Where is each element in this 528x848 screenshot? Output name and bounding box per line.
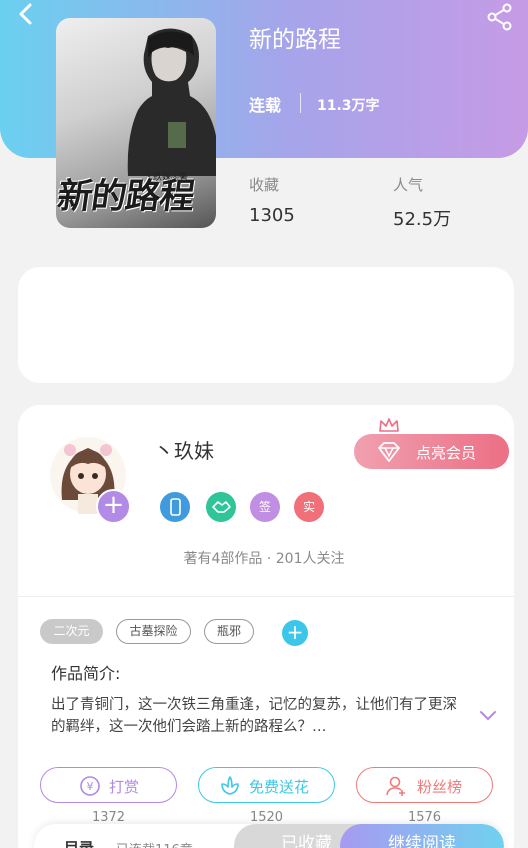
favorites-label: 收藏 (249, 176, 280, 194)
sign-badge[interactable]: 签 (250, 492, 280, 522)
blank-card (18, 267, 514, 383)
chevron-left-icon[interactable] (14, 2, 40, 28)
cover-illustration (127, 28, 216, 176)
flower-count: 1520 (249, 810, 284, 825)
intro-title: 作品简介: (51, 664, 121, 683)
tag-chip[interactable]: 古墓探险 (116, 619, 191, 644)
tip-count: 1372 (91, 810, 126, 825)
chevron-down-icon[interactable] (478, 708, 498, 724)
book-status: 连载 (249, 96, 282, 115)
follow-author-button[interactable]: + (96, 489, 131, 524)
send-flower-label: 免费送花 (249, 778, 310, 796)
continue-reading-button[interactable]: 继续阅读 (340, 824, 504, 848)
fan-ranking-button[interactable]: 粉丝榜 (356, 767, 493, 803)
status-divider (300, 93, 301, 113)
add-tag-button[interactable]: + (282, 620, 308, 646)
book-cover[interactable]: 新的路程 丶玖妹◎著 (56, 18, 216, 228)
cover-author-mark: 丶玖妹◎著 (144, 173, 188, 183)
book-title: 新的路程 (249, 27, 341, 53)
tag-chip[interactable]: 瓶邪 (204, 619, 254, 644)
tag-chip[interactable]: 二次元 (40, 619, 103, 644)
share-icon[interactable] (486, 3, 514, 31)
catalog-button[interactable]: 目录 (64, 837, 94, 848)
author-stats: 著有4部作品 · 201人关注 (183, 551, 345, 567)
bottom-bar: 目录 已连载116章 已收藏 继续阅读 (34, 824, 504, 848)
divider (18, 596, 514, 597)
tip-label: 打赏 (109, 778, 140, 796)
tip-button[interactable]: ¥ 打赏 (40, 767, 177, 803)
vip-button[interactable]: 点亮会员 (354, 434, 509, 469)
serial-info: 已连载116章 (116, 839, 193, 848)
handshake-badge-icon[interactable] (206, 492, 236, 522)
flower-icon (221, 776, 239, 795)
word-count: 11.3万字 (317, 98, 380, 114)
fans-icon (386, 776, 405, 796)
favorites-count: 1305 (249, 205, 295, 226)
author-name: 丶玖妹 (154, 439, 214, 463)
popularity-count: 52.5万 (393, 209, 452, 230)
cover-title-art: 新的路程 (56, 176, 197, 217)
fan-ranking-label: 粉丝榜 (417, 778, 463, 796)
svg-text:¥: ¥ (87, 780, 94, 793)
send-flower-button[interactable]: 免费送花 (198, 767, 335, 803)
diamond-icon (378, 442, 400, 462)
crown-icon (379, 418, 399, 432)
intro-text: 出了青铜门，这一次铁三角重逢，记忆的复苏，让他们有了更深的羁绊，这一次他们会踏上… (51, 697, 457, 735)
fan-count: 1576 (407, 810, 442, 825)
yen-coin-icon: ¥ (80, 776, 100, 796)
vip-button-label: 点亮会员 (416, 444, 477, 462)
phone-badge-icon[interactable] (160, 492, 190, 522)
popularity-label: 人气 (393, 176, 424, 194)
verified-badge[interactable]: 实 (294, 492, 324, 522)
